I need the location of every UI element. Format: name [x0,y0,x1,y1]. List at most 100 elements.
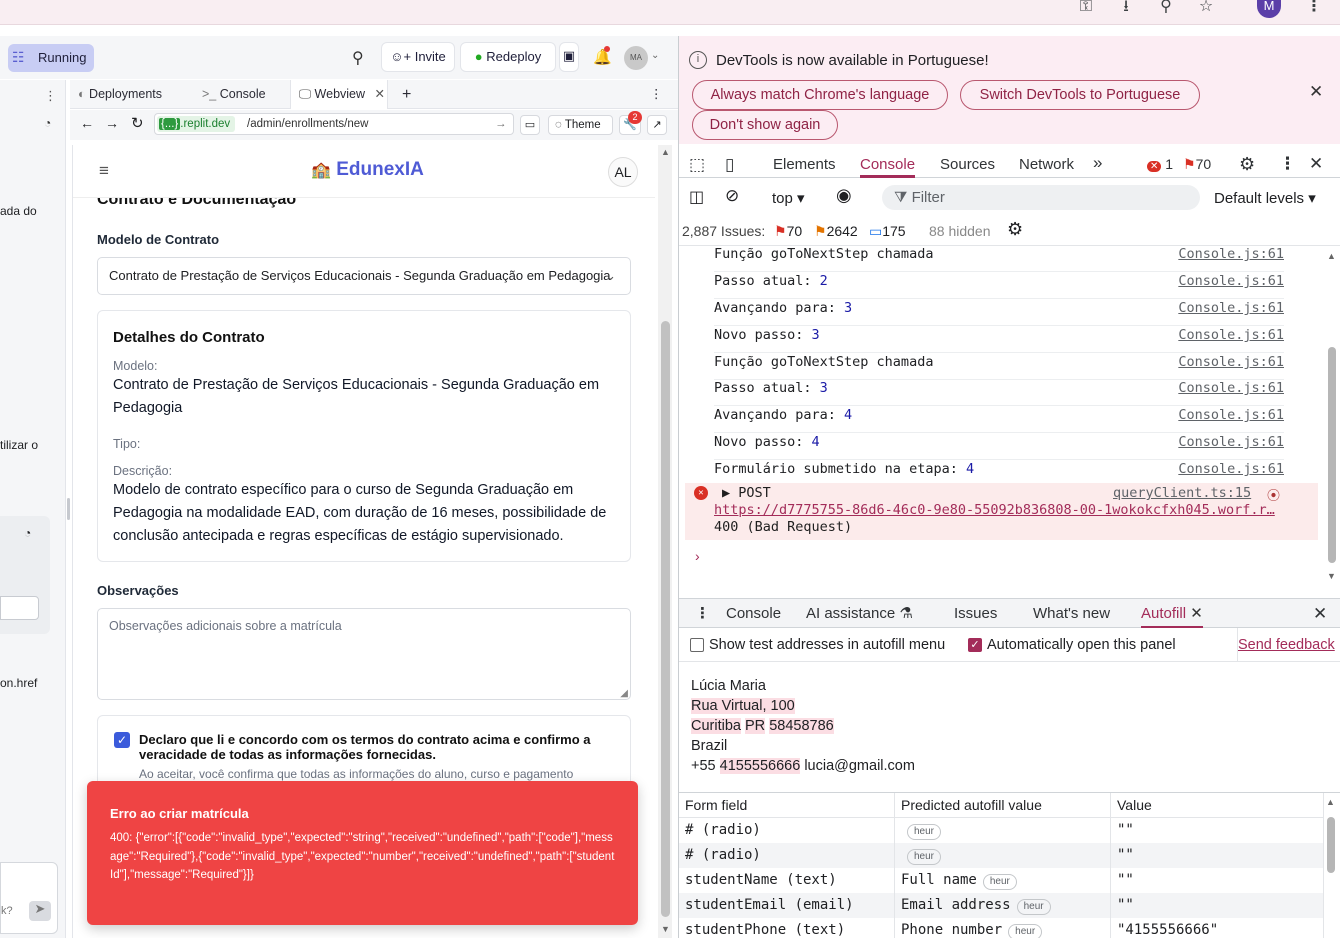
expand-triangle-icon[interactable]: ▶ POST [722,485,771,501]
log-source-link[interactable]: Console.js:61 [1178,460,1284,478]
theme-button[interactable]: ◌ Theme [548,115,613,135]
address-city[interactable]: Curitiba [691,718,741,734]
browser-menu-icon[interactable]: ⋮ [1302,0,1326,18]
pane-resize-handle[interactable] [67,498,70,520]
user-avatar[interactable]: MA [624,46,648,70]
drawer-tab-autofill[interactable]: Autofill ✕ [1141,599,1203,629]
address-phone[interactable]: 4155556666 [719,758,801,774]
filter-input[interactable]: ⧩ Filter [882,185,1200,210]
tab-sources[interactable]: Sources [940,146,995,178]
webview-scrollbar[interactable]: ▲ ▼ [658,145,672,938]
table-row[interactable]: studentName (text) Full name heur "" [679,868,1324,893]
drawer-tab-ai-assistance[interactable]: AI assistance ⚗ [806,599,913,629]
table-row[interactable]: # (radio) heur "" [679,818,1324,843]
log-source-link[interactable]: Console.js:61 [1178,272,1284,290]
table-row[interactable]: # (radio) heur "" [679,843,1324,868]
tab-webview[interactable]: 🖵 Webview ✕ [290,80,388,109]
url-input[interactable]: {...} .replit.dev /admin/enrollments/new … [154,113,514,135]
log-source-link[interactable]: Console.js:61 [1178,406,1284,424]
scrollbar-thumb[interactable] [1328,347,1336,563]
more-menu-icon[interactable]: ⋮ [650,80,663,109]
contract-model-select[interactable]: Contrato de Prestação de Serviços Educac… [97,257,631,295]
scroll-up-icon[interactable]: ▲ [661,147,670,157]
invite-button[interactable]: ☺+ Invite [381,42,455,72]
chat-input-field[interactable] [0,596,39,620]
close-icon[interactable]: ✕ [375,87,385,101]
send-icon[interactable]: ➤ [29,901,51,921]
error-toast[interactable]: Erro ao criar matrícula 400: {"error":[{… [87,781,638,925]
drawer-tab-console[interactable]: Console [726,599,781,629]
log-source-link[interactable]: Console.js:61 [1178,299,1284,317]
install-app-icon[interactable]: ⭳ [1114,0,1138,18]
address-street[interactable]: Rua Virtual, 100 [691,698,795,714]
tab-console[interactable]: >_ Console [202,80,292,109]
dont-show-again-button[interactable]: Don't show again [692,110,838,140]
inspect-element-icon[interactable]: ⬚ [689,146,705,178]
clear-console-icon[interactable]: ⊘ [725,186,739,206]
profile-avatar[interactable]: M [1257,0,1281,18]
address-zip[interactable]: 58458786 [769,718,834,734]
console-prompt-icon[interactable]: › [695,548,700,564]
scrollbar-thumb[interactable] [1327,817,1335,873]
scroll-down-icon[interactable]: ▼ [1327,571,1336,581]
issues-errors[interactable]: ⚑70 [774,223,802,240]
close-drawer-icon[interactable]: ✕ [1313,599,1327,629]
send-feedback-link[interactable]: Send feedback [1238,637,1335,653]
notes-textarea[interactable]: Observações adicionais sobre a matrícula… [97,608,631,700]
scroll-down-icon[interactable]: ▼ [661,924,670,934]
sidebar-toggle-icon[interactable]: ◫ [689,187,704,207]
drawer-tab-whats-new[interactable]: What's new [1033,599,1110,629]
auto-open-panel-checkbox[interactable]: ✓ [968,638,982,652]
warning-counter[interactable]: ⚑70 [1183,146,1211,178]
run-status-button[interactable]: ☷ Running [8,44,94,72]
search-icon[interactable]: ⚲ [352,48,364,68]
column-header[interactable]: Form field [679,793,895,818]
redeploy-button[interactable]: ● Redeploy [460,42,556,72]
close-icon[interactable]: ✕ [1309,82,1323,102]
chat-composer[interactable]: k? ➤ [0,862,58,934]
chevron-down-icon[interactable]: ⌄ [651,50,659,61]
context-selector[interactable]: top ▾ [772,189,805,207]
reload-icon[interactable]: ↻ [131,114,144,132]
console-scrollbar[interactable]: ▲ ▼ [1326,251,1338,581]
open-new-window-icon[interactable]: ↗ [647,115,667,135]
more-menu-icon[interactable]: ⋮ [1279,146,1296,178]
scroll-up-icon[interactable]: ▲ [1326,797,1335,807]
error-source-link[interactable]: queryClient.ts:15 [1113,485,1251,501]
tab-deployments[interactable]: ◐ Deployments [78,80,188,109]
table-row[interactable]: studentEmail (email) Email address heur "… [679,893,1324,918]
layout-toggle-icon[interactable]: ▣ [559,42,579,72]
log-source-link[interactable]: Console.js:61 [1178,326,1284,344]
column-header[interactable]: Value [1111,793,1324,818]
hamburger-menu-icon[interactable]: ≡ [99,161,109,181]
brand-logo[interactable]: 🏫 EdunexIA [311,159,424,181]
log-source-link[interactable]: Console.js:61 [1178,245,1284,263]
close-icon[interactable]: ✕ [1190,605,1203,622]
drawer-tab-issues[interactable]: Issues [954,599,997,629]
show-test-addresses-checkbox[interactable] [690,638,704,652]
issues-bar[interactable]: 2,887 Issues: ⚑70 ⚑2642 ▭175 88 hidden ⚙ [679,216,1340,246]
forward-arrow-icon[interactable]: → [105,115,119,131]
always-match-language-button[interactable]: Always match Chrome's language [692,80,948,110]
table-scrollbar[interactable]: ▲ [1325,797,1337,938]
zoom-icon[interactable]: ⚲ [1154,0,1178,18]
go-arrow-icon[interactable]: → [495,114,507,134]
agree-checkbox[interactable]: ✓ [114,732,130,748]
more-tabs-icon[interactable]: » [1093,146,1102,178]
issues-info[interactable]: ▭175 [869,223,906,240]
scrollbar-thumb[interactable] [661,321,670,917]
scroll-up-icon[interactable]: ▲ [1327,251,1336,261]
back-arrow-icon[interactable]: ← [80,115,94,131]
tab-console[interactable]: Console [860,146,916,178]
user-avatar[interactable]: AL [608,157,638,187]
log-source-link[interactable]: Console.js:61 [1178,379,1284,397]
device-icon[interactable]: ▭ [520,115,540,135]
issues-warnings[interactable]: ⚑2642 [814,223,858,240]
tab-elements[interactable]: Elements [773,146,836,178]
log-source-link[interactable]: Console.js:61 [1178,433,1284,451]
bookmark-star-icon[interactable]: ☆ [1194,0,1218,18]
levels-selector[interactable]: Default levels ▾ [1214,189,1316,207]
drawer-menu-icon[interactable]: ⋮ [695,599,710,629]
close-devtools-icon[interactable]: ✕ [1309,146,1323,178]
settings-gear-icon[interactable]: ⚙ [1239,146,1255,178]
